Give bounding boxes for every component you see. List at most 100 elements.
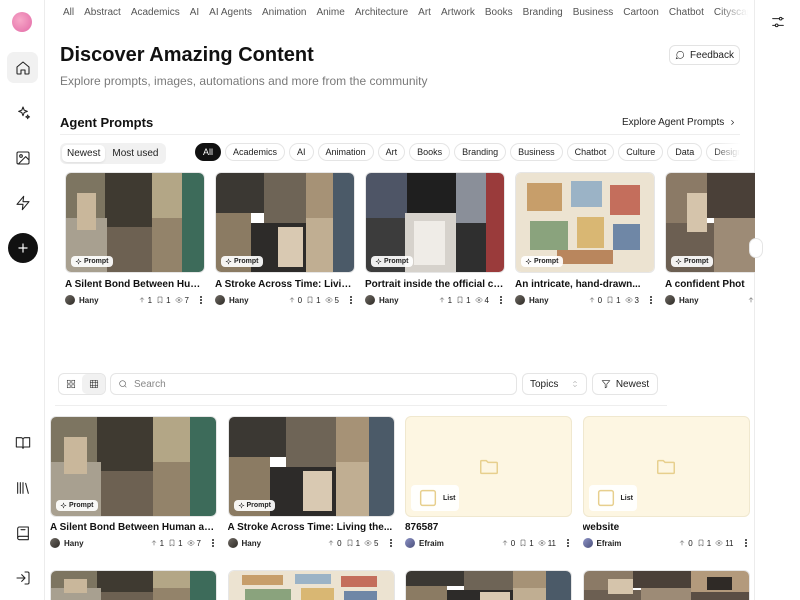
more-options-button[interactable] [209,538,217,548]
avatar[interactable] [582,538,593,548]
grid-card-thumbnail[interactable]: List [405,416,572,517]
save-count[interactable]: 1 [606,296,621,305]
save-count[interactable]: 1 [697,539,711,548]
upvote-count[interactable]: 1 [138,296,152,305]
nav-notebook-button[interactable] [7,517,38,548]
card-author[interactable]: Hany [529,296,549,305]
carousel-next-button[interactable] [749,238,763,258]
card-author[interactable]: Efraim [597,539,622,548]
card-author[interactable]: Hany [679,296,699,305]
prompt-thumbnail[interactable]: Prompt [215,172,355,273]
card-author[interactable]: Hany [79,296,99,305]
prompt-thumbnail[interactable]: Prompt [65,172,205,273]
top-category-link[interactable]: Art [418,7,431,18]
grid-card-thumbnail[interactable]: List [582,416,750,517]
top-category-link[interactable]: Branding [523,7,563,18]
grid-card[interactable]: Prompt A Silent Bond Between Human and...… [50,416,217,549]
avatar[interactable] [365,295,375,305]
card-author[interactable]: Hany [379,296,399,305]
nav-automations-button[interactable] [7,187,38,218]
sort-newest-button[interactable]: Newest [592,373,658,395]
category-chip[interactable]: Branding [454,143,507,161]
top-category-link[interactable]: Anime [316,7,344,18]
save-count[interactable]: 1 [519,539,534,548]
top-category-link[interactable]: Business [573,7,614,18]
category-chip[interactable]: All [195,143,222,161]
category-chip[interactable]: Books [409,143,451,161]
prompt-thumbnail[interactable]: Prompt [665,172,755,273]
prompt-card[interactable]: Prompt A confident Phot Hany 2 [665,172,755,306]
search-input[interactable] [134,378,504,390]
save-count[interactable]: 1 [156,296,171,305]
save-count[interactable]: 1 [456,296,471,305]
prompt-card[interactable]: Prompt An intricate, hand-drawn... Hany 0 1 3 [515,172,655,306]
grid-card[interactable]: List 876587 Efraim 0 1 11 [405,416,572,549]
upvote-count[interactable]: 2 [747,296,755,305]
save-count[interactable]: 1 [168,539,183,548]
grid-card[interactable] [227,570,395,600]
upvote-count[interactable]: 0 [327,539,342,548]
top-category-link[interactable]: All [63,7,74,18]
category-chip[interactable]: Chatbot [566,143,615,161]
prompt-card[interactable]: Prompt Portrait inside the official clu..… [365,172,505,306]
grid-card-thumbnail[interactable] [227,570,395,600]
filters-button[interactable] [770,14,786,30]
avatar[interactable] [227,538,238,548]
avatar[interactable] [515,295,525,305]
grid-card-thumbnail[interactable]: Prompt [227,416,395,517]
upvote-count[interactable]: 0 [678,539,693,548]
grid-card[interactable] [405,570,572,600]
prompt-thumbnail[interactable]: Prompt [515,172,655,273]
top-category-link[interactable]: Artwork [441,7,475,18]
top-category-link[interactable]: Cartoon [623,7,659,18]
category-chip[interactable]: Data [667,143,703,161]
top-category-link[interactable]: Architecture [355,7,408,18]
create-button[interactable] [8,233,38,263]
grid-card[interactable] [50,570,217,600]
category-chip[interactable]: Academics [225,143,286,161]
category-chip[interactable]: Culture [618,143,664,161]
category-chip[interactable]: Animation [317,143,374,161]
category-chip[interactable]: Business [510,143,563,161]
top-category-link[interactable]: Academics [131,7,180,18]
grid-card-title[interactable]: website [583,522,750,533]
topics-select[interactable]: Topics [522,373,587,395]
grid-card-title[interactable]: 876587 [405,522,572,533]
top-category-link[interactable]: Books [485,7,513,18]
top-category-link[interactable]: AI Agents [209,7,252,18]
prompt-card-title[interactable]: An intricate, hand-drawn... [515,279,655,290]
avatar[interactable] [65,295,75,305]
card-author[interactable]: Hany [229,296,249,305]
prompt-card-title[interactable]: A confident Phot [665,279,755,290]
save-count[interactable]: 1 [306,296,321,305]
more-options-button[interactable] [387,538,395,548]
upvote-count[interactable]: 0 [288,296,302,305]
upvote-count[interactable]: 0 [501,539,515,548]
prompt-card-title[interactable]: A Silent Bond Between Human and... [65,279,205,290]
prompt-card[interactable]: Prompt A Stroke Across Time: Living the..… [215,172,355,306]
prompt-card-title[interactable]: Portrait inside the official clu... [365,279,505,290]
nav-images-button[interactable] [7,142,38,173]
grid-card-thumbnail[interactable] [582,570,750,600]
feedback-button[interactable]: Feedback [669,45,740,65]
upvote-count[interactable]: 1 [150,539,164,548]
upvote-count[interactable]: 1 [438,296,452,305]
prompt-card[interactable]: Prompt A Silent Bond Between Human and...… [65,172,205,306]
upvote-count[interactable]: 0 [588,296,602,305]
explore-agent-prompts-link[interactable]: Explore Agent Prompts [622,117,737,128]
grid-card-title[interactable]: A Stroke Across Time: Living the... [228,522,395,533]
card-author[interactable]: Efraim [419,539,444,548]
card-author[interactable]: Hany [242,539,262,548]
sort-option-most-used[interactable]: Most used [107,145,163,162]
more-options-button[interactable] [564,538,572,548]
category-chip[interactable]: AI [289,143,314,161]
more-options-button[interactable] [647,295,655,305]
grid-card[interactable] [582,570,750,600]
save-count[interactable]: 1 [346,539,360,548]
top-category-link[interactable]: Abstract [84,7,121,18]
more-options-button[interactable] [347,295,355,305]
avatar[interactable] [405,538,415,548]
nav-prompts-button[interactable] [7,97,38,128]
top-category-link[interactable]: Animation [262,7,306,18]
more-options-button[interactable] [497,295,505,305]
